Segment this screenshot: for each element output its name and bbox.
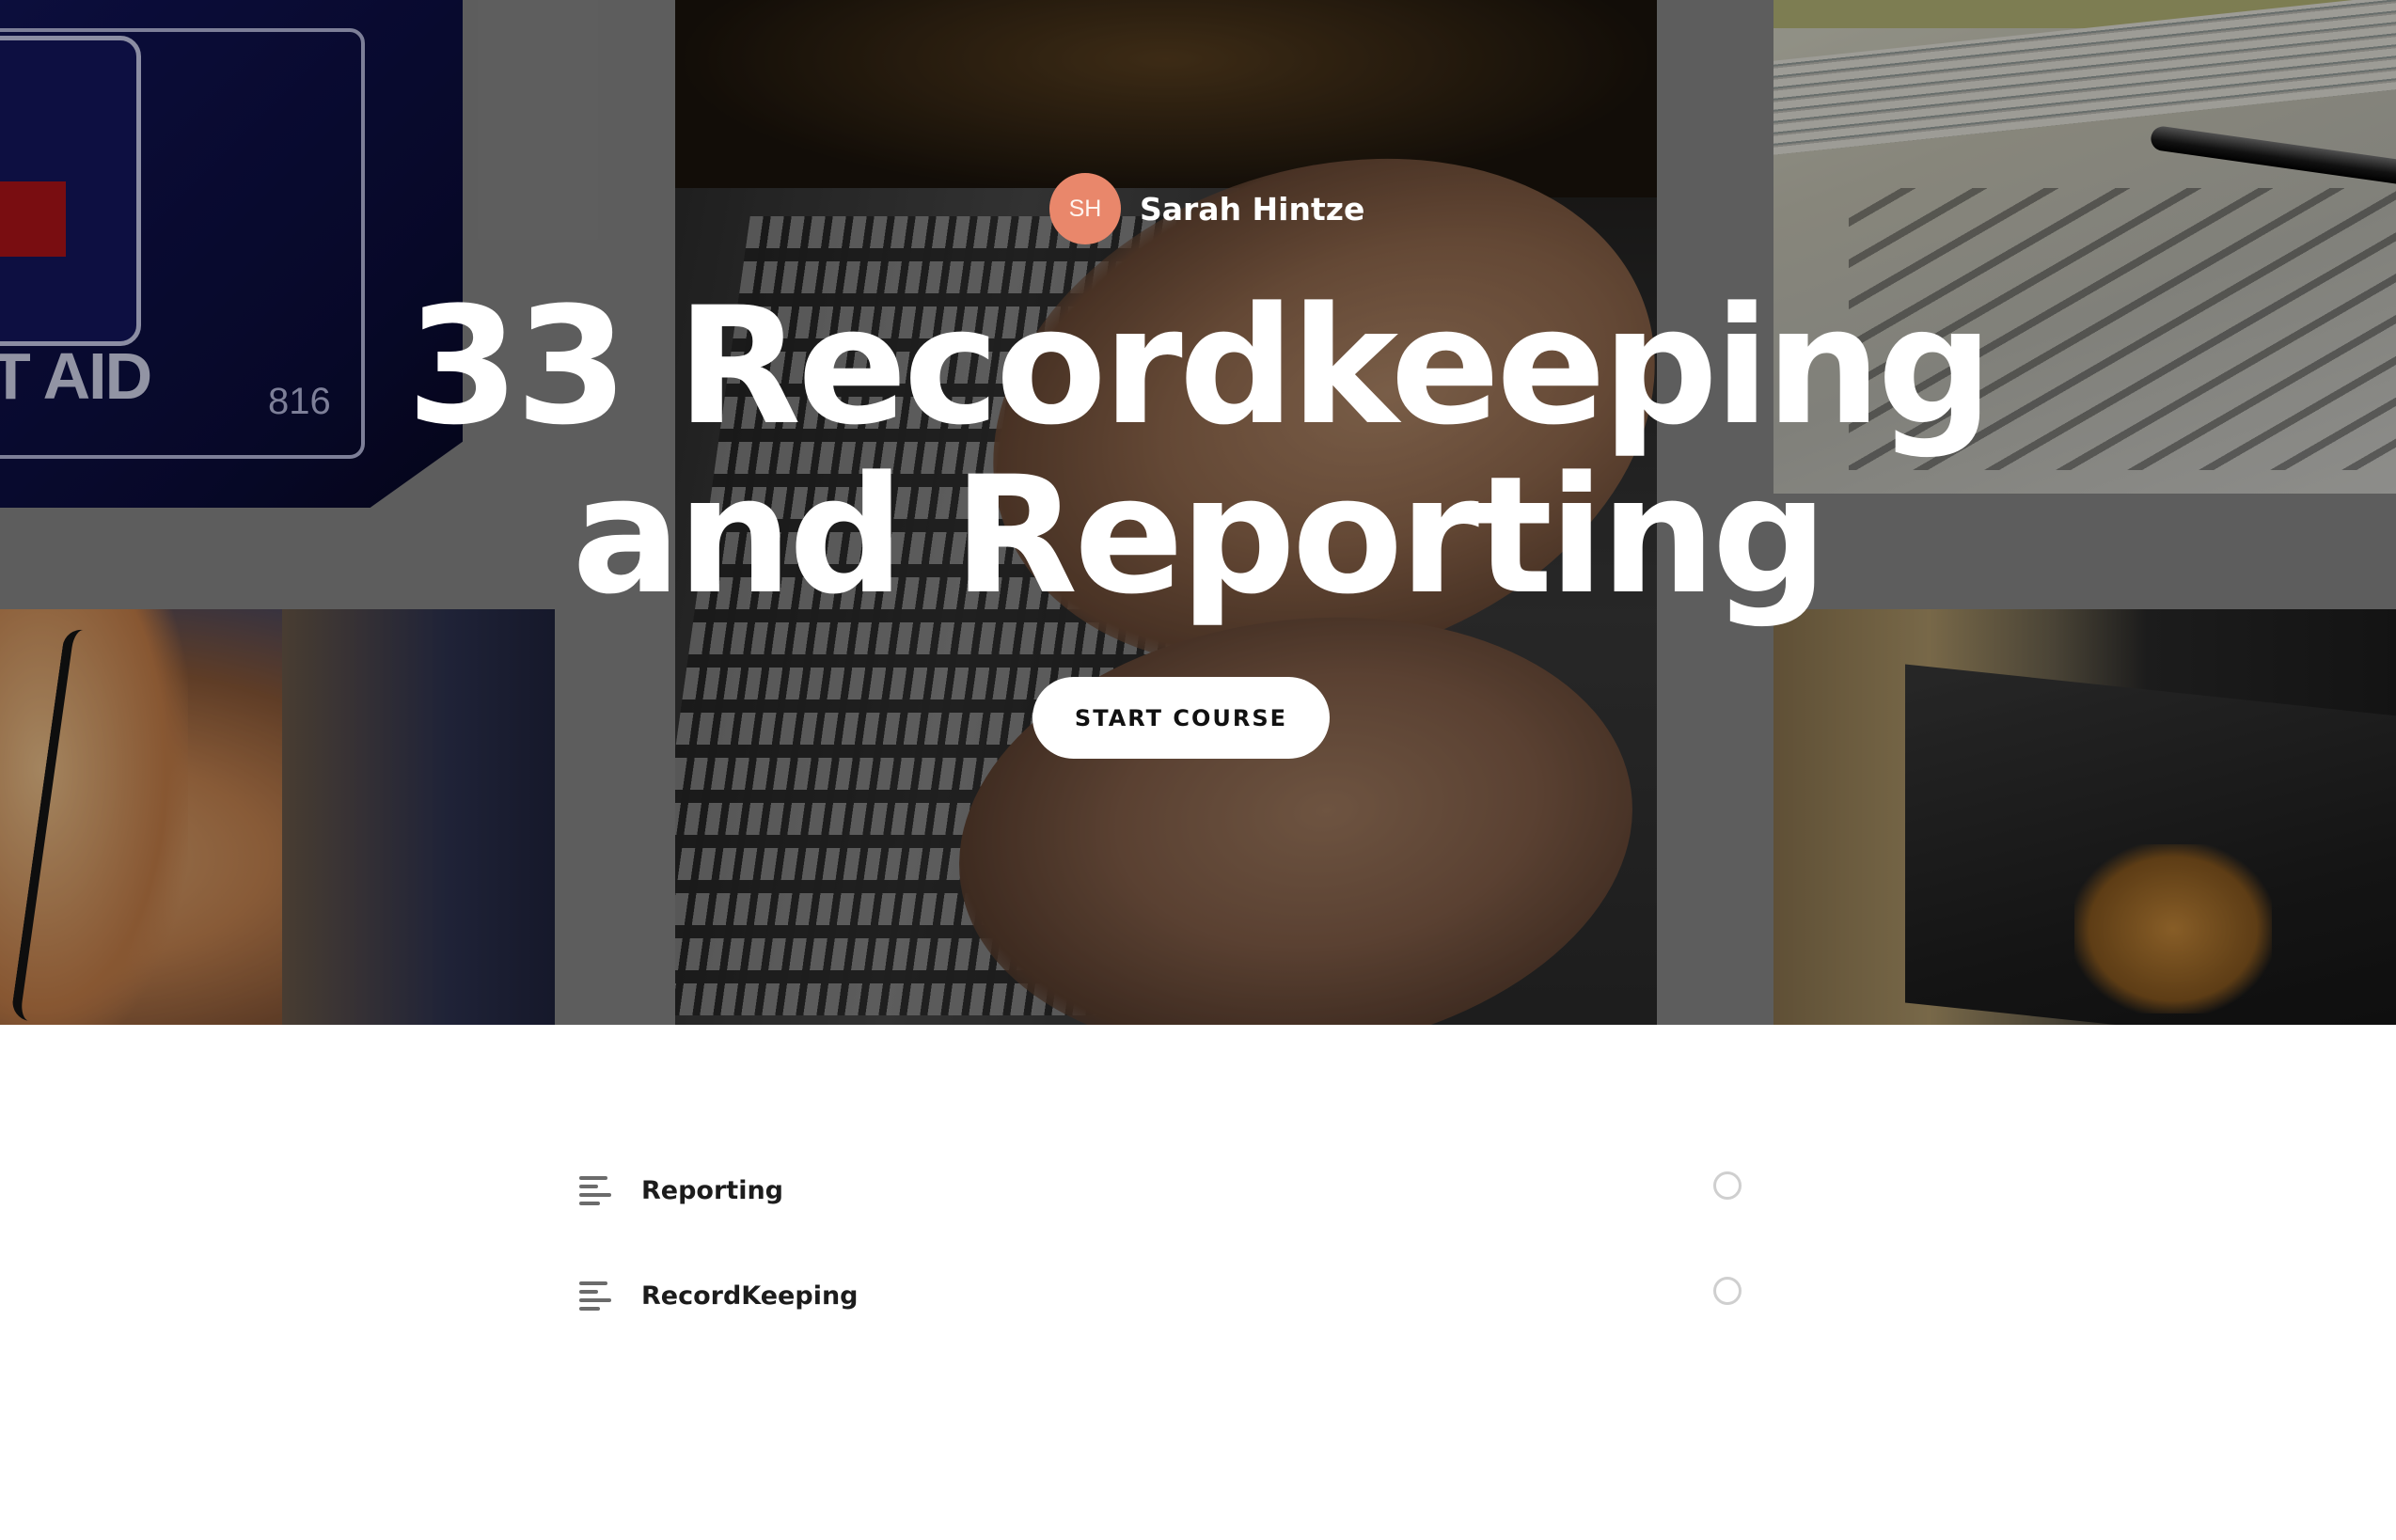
lesson-item-recordkeeping[interactable]: RecordKeeping — [575, 1243, 1742, 1348]
course-title: 33 Recordkeeping and Reporting — [0, 282, 2396, 621]
lesson-title: Reporting — [641, 1175, 784, 1205]
lesson-title: RecordKeeping — [641, 1281, 859, 1311]
course-author: SH Sarah Hintze — [1049, 173, 1364, 244]
lesson-list: Reporting RecordKeeping — [575, 1138, 1742, 1348]
lesson-status-circle-icon — [1713, 1277, 1742, 1305]
author-name: Sarah Hintze — [1140, 190, 1365, 228]
lesson-status-circle-icon — [1713, 1171, 1742, 1200]
lesson-item-reporting[interactable]: Reporting — [575, 1138, 1742, 1243]
course-title-line-1: 33 Recordkeeping — [406, 272, 1993, 461]
start-course-button[interactable]: START COURSE — [1032, 677, 1330, 759]
course-title-line-2: and Reporting — [572, 441, 1827, 630]
text-lines-icon — [579, 1281, 613, 1311]
course-hero: T AID 816 SH Sarah Hintze 33 Recordkeepi… — [0, 0, 2396, 1025]
author-avatar: SH — [1049, 173, 1121, 244]
text-lines-icon — [579, 1176, 613, 1205]
hero-content: SH Sarah Hintze 33 Recordkeeping and Rep… — [0, 0, 2396, 1025]
